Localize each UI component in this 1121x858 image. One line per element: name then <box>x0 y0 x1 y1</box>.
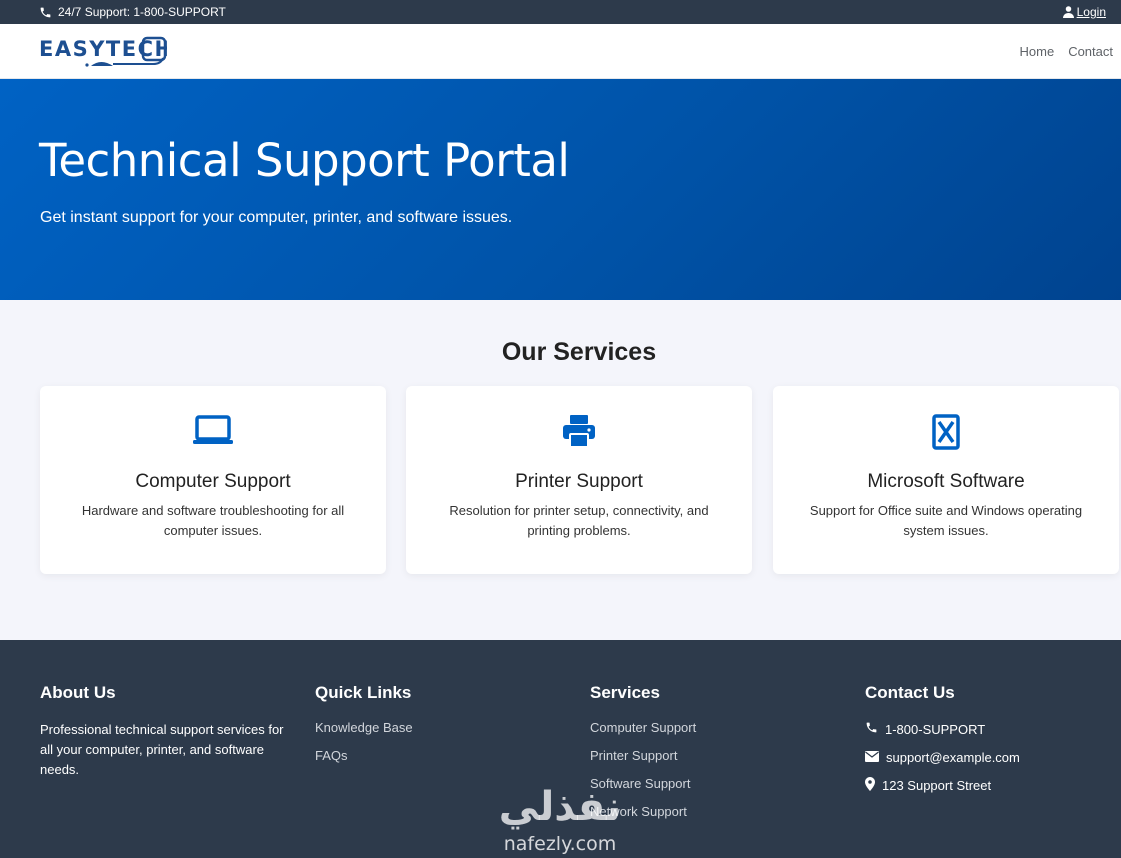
phone-icon <box>865 721 878 737</box>
contact-phone-text: 1-800-SUPPORT <box>885 721 986 737</box>
service-card-computer[interactable]: Computer Support Hardware and software t… <box>40 386 386 574</box>
footer-link-printer-support[interactable]: Printer Support <box>590 748 696 766</box>
hero-title: Technical Support Portal <box>39 134 570 187</box>
service-card-title: Microsoft Software <box>867 471 1025 492</box>
svg-text:nafezly.com: nafezly.com <box>504 833 616 855</box>
user-icon <box>1062 6 1074 18</box>
footer-contact-heading: Contact Us <box>865 683 955 702</box>
contact-email-text[interactable]: support@example.com <box>886 750 1020 765</box>
support-phone-text: 24/7 Support: 1-800-SUPPORT <box>58 5 226 19</box>
services-heading: Our Services <box>501 338 657 366</box>
footer-quick-links-heading: Quick Links <box>315 683 412 702</box>
contact-address-text: 123 Support Street <box>882 777 992 793</box>
nav-links: Home Contact <box>1020 44 1114 59</box>
footer-link-computer-support[interactable]: Computer Support <box>590 720 696 738</box>
footer-contact: Contact Us 1-800-SUPPORT support@example… <box>865 683 1020 804</box>
easytech-logo[interactable]: EASYTECH <box>39 34 167 68</box>
footer-about-heading: About Us <box>40 683 116 702</box>
nav-contact-link[interactable]: Contact <box>1068 44 1113 59</box>
laptop-icon <box>191 414 235 450</box>
hero-banner: Technical Support Portal Get instant sup… <box>0 79 1121 300</box>
footer-about: About Us Professional technical support … <box>40 683 292 780</box>
footer-quick-links: Quick Links Knowledge Base FAQs <box>315 683 413 776</box>
microsoft-icon <box>924 414 968 450</box>
map-marker-icon <box>865 776 875 794</box>
footer-link-faqs[interactable]: FAQs <box>315 748 413 766</box>
contact-phone: 1-800-SUPPORT <box>865 720 1020 738</box>
service-card-title: Printer Support <box>515 471 643 492</box>
printer-icon <box>557 414 601 450</box>
service-card-printer[interactable]: Printer Support Resolution for printer s… <box>406 386 752 574</box>
contact-email: support@example.com <box>865 748 1020 766</box>
service-card-description: Hardware and software troubleshooting fo… <box>81 503 345 538</box>
service-card-description: Support for Office suite and Windows ope… <box>809 503 1083 538</box>
footer-link-knowledge-base[interactable]: Knowledge Base <box>315 720 413 738</box>
hero-subtitle: Get instant support for your computer, p… <box>40 209 513 226</box>
nafezly-watermark: نفذلي nafezly.com <box>490 778 630 856</box>
service-card-microsoft[interactable]: Microsoft Software Support for Office su… <box>773 386 1119 574</box>
main-navbar: EASYTECH Home Contact <box>0 24 1121 79</box>
top-bar: 24/7 Support: 1-800-SUPPORT Login <box>0 0 1121 24</box>
svg-text:EASYTECH: EASYTECH <box>39 37 167 61</box>
phone-icon <box>39 6 52 19</box>
login-link[interactable]: Login <box>1062 5 1106 19</box>
svg-text:نفذلي: نفذلي <box>499 784 621 830</box>
service-card-description: Resolution for printer setup, connectivi… <box>449 503 709 538</box>
support-phone-info: 24/7 Support: 1-800-SUPPORT <box>39 5 226 19</box>
services-section: Our Services Computer Support Hardware a… <box>0 300 1121 640</box>
nav-home-link[interactable]: Home <box>1020 44 1055 59</box>
envelope-icon <box>865 750 879 765</box>
footer-about-text: Professional technical support services … <box>40 722 284 777</box>
contact-address: 123 Support Street <box>865 776 1020 794</box>
footer-services-heading: Services <box>590 683 660 702</box>
service-card-title: Computer Support <box>135 471 291 492</box>
login-label: Login <box>1076 5 1106 19</box>
